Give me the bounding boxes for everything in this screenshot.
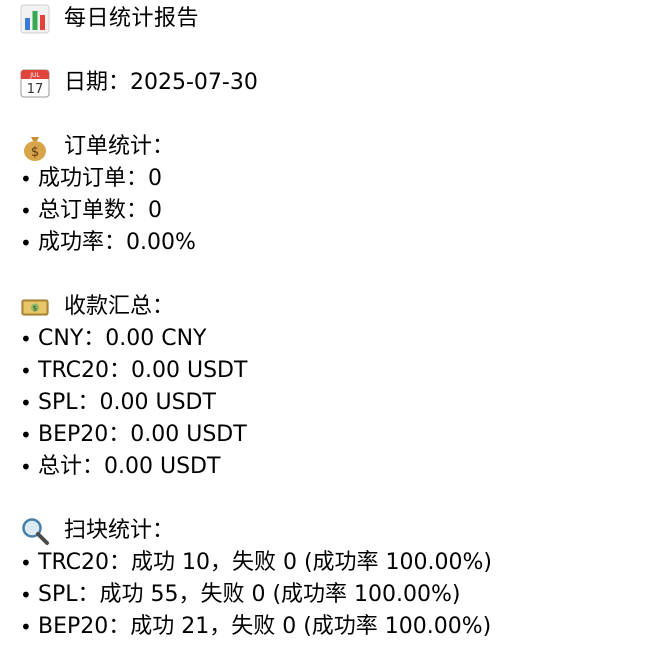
bullet: • [20, 359, 32, 383]
bullet: • [20, 167, 32, 191]
report-date: 日期：2025-07-30 [64, 70, 258, 95]
payments-item: • 总计：0.00 USDT [20, 451, 220, 483]
magnifying-glass-icon [20, 516, 50, 546]
bullet: • [20, 455, 32, 479]
payment-spl: SPL：0.00 USDT [38, 390, 216, 415]
payments-item: • SPL：0.00 USDT [20, 387, 216, 419]
payments-item: • CNY：0.00 CNY [20, 323, 207, 355]
calendar-icon: JUL 17 [20, 68, 50, 98]
bullet: • [20, 199, 32, 223]
orders-success-rate: 成功率：0.00% [38, 230, 196, 255]
bullet: • [20, 551, 32, 575]
money-bag-icon: $ [20, 132, 50, 162]
bullet: • [20, 391, 32, 415]
svg-text:JUL: JUL [29, 72, 40, 79]
orders-success-count: 成功订单：0 [38, 166, 162, 191]
report-title: 每日统计报告 [64, 6, 200, 31]
payment-bep20: BEP20：0.00 USDT [38, 422, 247, 447]
bullet: • [20, 583, 32, 607]
orders-heading-row: $ 订单统计： [20, 131, 174, 163]
scan-item: • BEP20：成功 21，失败 0 (成功率 100.00%) [20, 611, 491, 643]
orders-total-count: 总订单数：0 [38, 198, 162, 223]
report-title-row: 每日统计报告 [20, 3, 199, 35]
daily-report-message: 每日统计报告 JUL 17 日期：2025-07-30 $ 订单统计： • 成功… [0, 0, 662, 670]
orders-heading: 订单统计： [64, 134, 175, 159]
payments-heading: 收款汇总： [64, 294, 175, 319]
payment-trc20: TRC20：0.00 USDT [38, 358, 248, 383]
bullet: • [20, 327, 32, 351]
payments-item: • BEP20：0.00 USDT [20, 419, 247, 451]
bullet: • [20, 231, 32, 255]
scan-item: • TRC20：成功 10，失败 0 (成功率 100.00%) [20, 547, 492, 579]
bullet: • [20, 615, 32, 639]
scan-bep20: BEP20：成功 21，失败 0 (成功率 100.00%) [38, 614, 492, 639]
payments-heading-row: $ 收款汇总： [20, 291, 174, 323]
scan-spl: SPL：成功 55，失败 0 (成功率 100.00%) [38, 582, 461, 607]
scan-heading: 扫块统计： [64, 518, 175, 543]
orders-item: • 总订单数：0 [20, 195, 162, 227]
report-date-row: JUL 17 日期：2025-07-30 [20, 67, 258, 99]
bullet: • [20, 423, 32, 447]
bar-chart-icon [20, 4, 50, 34]
scan-item: • SPL：成功 55，失败 0 (成功率 100.00%) [20, 579, 461, 611]
orders-item: • 成功订单：0 [20, 163, 162, 195]
scan-heading-row: 扫块统计： [20, 515, 174, 547]
payment-cny: CNY：0.00 CNY [38, 326, 207, 351]
payment-total: 总计：0.00 USDT [38, 454, 221, 479]
svg-text:$: $ [31, 145, 39, 160]
svg-text:17: 17 [27, 82, 44, 97]
svg-text:$: $ [33, 305, 37, 313]
orders-item: • 成功率：0.00% [20, 227, 196, 259]
banknotes-icon: $ [20, 292, 50, 322]
scan-trc20: TRC20：成功 10，失败 0 (成功率 100.00%) [38, 550, 492, 575]
payments-item: • TRC20：0.00 USDT [20, 355, 247, 387]
